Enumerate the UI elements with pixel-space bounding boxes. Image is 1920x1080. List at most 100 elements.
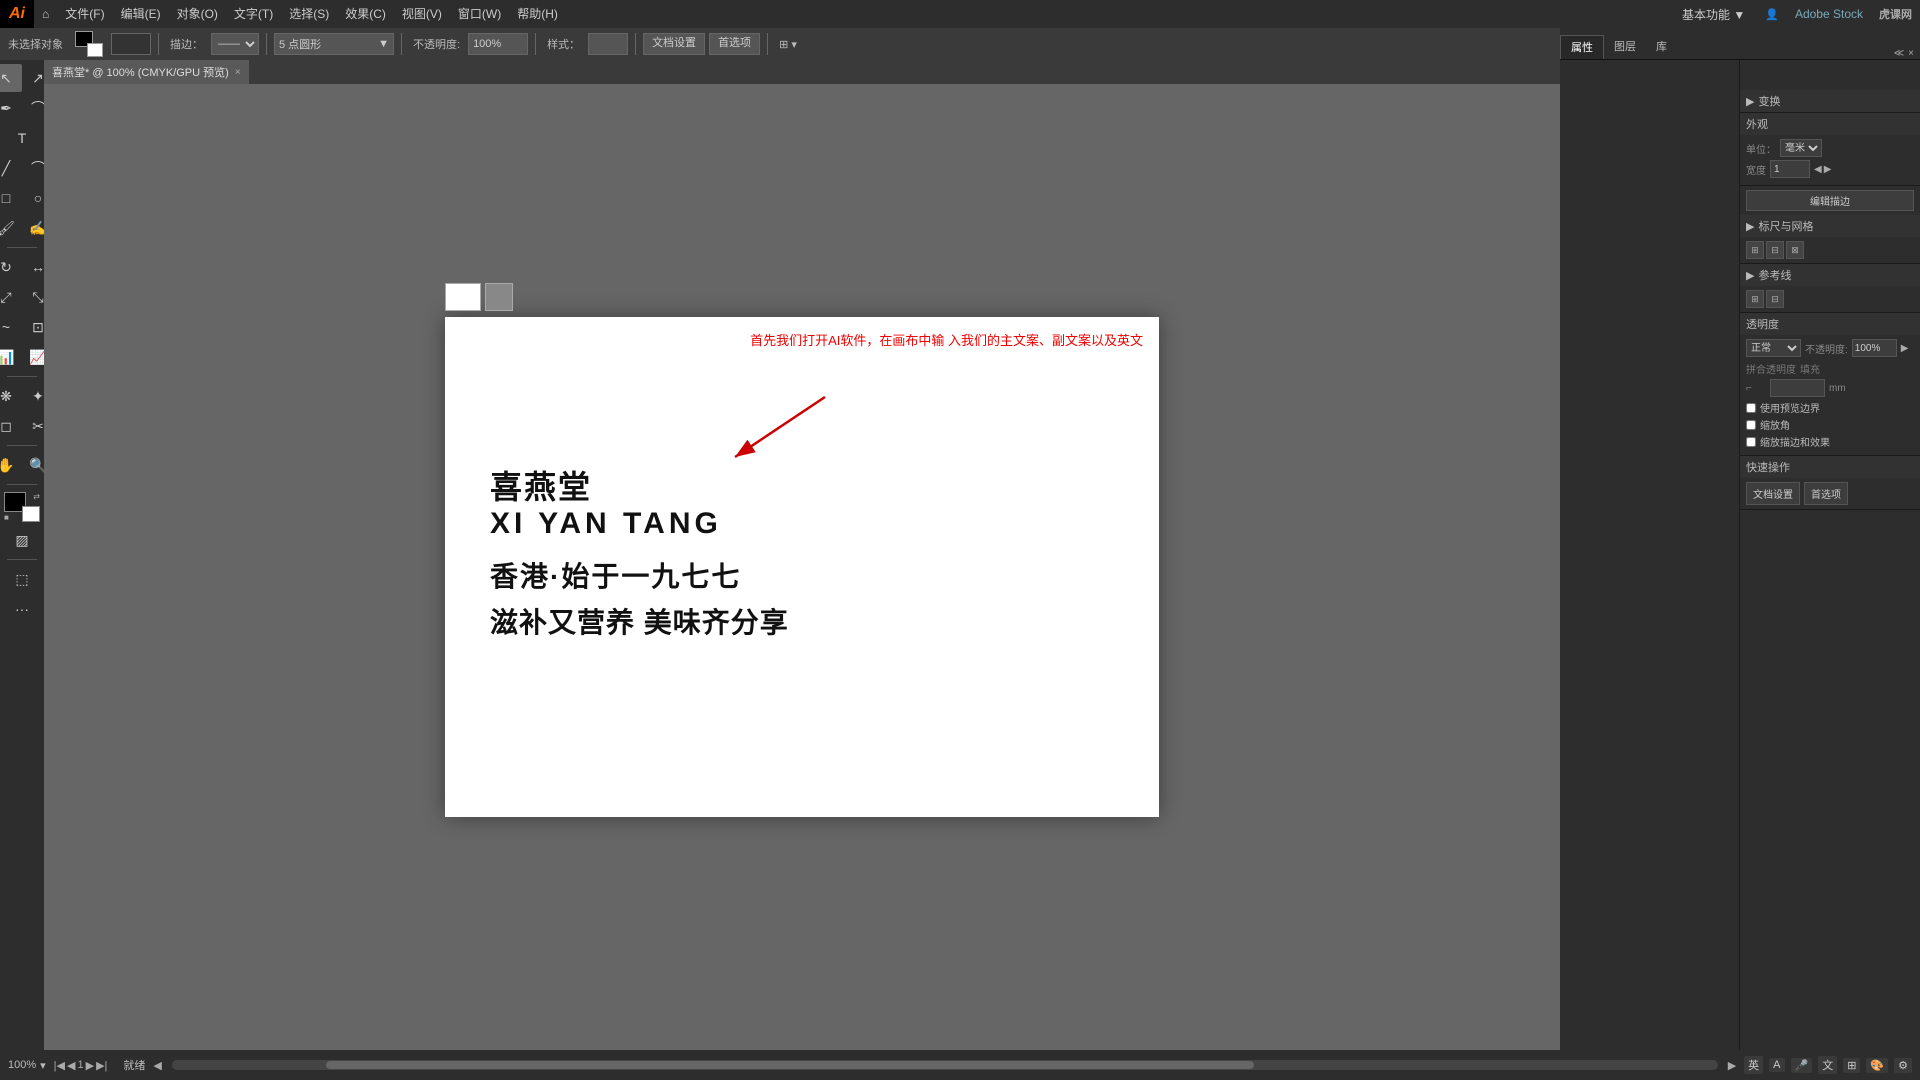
opacity-dropdown-icon[interactable]: ▶ <box>1901 343 1909 354</box>
zoom-dropdown-icon[interactable]: ▾ <box>40 1059 46 1072</box>
scale-corners-checkbox[interactable] <box>1746 420 1756 430</box>
stroke-swatch[interactable] <box>22 506 40 522</box>
page-number: 1 <box>77 1059 83 1071</box>
color-swatch-area[interactable]: ⇄ ■ <box>4 492 40 522</box>
scale-tool[interactable]: ⤢ <box>0 283 22 311</box>
nav-last[interactable]: ▶| <box>96 1059 107 1072</box>
panel-close-btn[interactable]: × <box>1908 48 1914 59</box>
guides-content: ⊞ ⊟ <box>1740 286 1920 312</box>
scroll-bar-h[interactable] <box>172 1060 1718 1070</box>
menu-edit[interactable]: 编辑(E) <box>113 0 169 28</box>
point-shape-selector[interactable]: 5 点圆形 ▼ <box>274 33 394 55</box>
quick-preferences[interactable]: 首选项 <box>1804 482 1848 505</box>
swap-icon[interactable]: ⇄ <box>33 492 40 501</box>
color-icon[interactable]: 🎨 <box>1866 1058 1888 1073</box>
document-tab[interactable]: 喜燕堂* @ 100% (CMYK/GPU 预览) × <box>44 60 250 84</box>
panel-expand-btn[interactable]: ≪ <box>1894 48 1904 59</box>
rulers-expand-icon[interactable]: ▶ <box>1746 220 1754 233</box>
selection-tool[interactable]: ↖ <box>0 64 22 92</box>
decrement-btn[interactable]: ◀ <box>1814 164 1822 175</box>
increment-btn[interactable]: ▶ <box>1824 164 1832 175</box>
paint-brush-tool[interactable]: 🖌 <box>0 214 22 242</box>
nav-next[interactable]: ▶ <box>86 1059 94 1072</box>
gradient-icon[interactable]: ▨ <box>6 526 38 554</box>
blend-mode-select[interactable]: 正常 <box>1746 339 1801 357</box>
canvas-area[interactable]: 首先我们打开AI软件，在画布中输 入我们的主文案、副文案以及英文 喜燕堂 XI … <box>44 84 1560 1050</box>
color-swatches[interactable] <box>75 31 103 57</box>
rotate-tool[interactable]: ↻ <box>0 253 22 281</box>
preview-bounds-checkbox[interactable] <box>1746 403 1756 413</box>
properties-tab[interactable]: 属性 <box>1560 35 1604 59</box>
edit-appearance-btn[interactable]: 编辑描边 <box>1746 190 1914 211</box>
line-tool[interactable]: ╱ <box>0 154 22 182</box>
tab-close-icon[interactable]: × <box>235 67 241 78</box>
scroll-right-btn[interactable]: ▶ <box>1728 1059 1736 1072</box>
ime-icon[interactable]: 英 <box>1744 1056 1763 1074</box>
grid-icon[interactable]: ⊞ <box>1843 1058 1860 1073</box>
default-colors-icon[interactable]: ■ <box>4 513 9 522</box>
doc-settings-btn[interactable]: 文档设置 <box>643 33 705 55</box>
rect-tool[interactable]: □ <box>0 184 22 212</box>
guides-expand-icon[interactable]: ▶ <box>1746 269 1754 282</box>
corner-radius-label: ⌐ <box>1746 383 1766 394</box>
preview-bounds-row: 使用预览边界 <box>1746 400 1914 415</box>
layers-tab[interactable]: 图层 <box>1604 35 1646 59</box>
artboard-main-title: 喜燕堂 <box>490 462 592 508</box>
appearance-title: 外观 <box>1746 116 1768 132</box>
library-tab[interactable]: 库 <box>1646 35 1677 59</box>
menu-window[interactable]: 窗口(W) <box>450 0 509 28</box>
pen-tool[interactable]: ✒ <box>0 94 22 122</box>
type-tool[interactable]: T <box>6 124 38 152</box>
guides-icon-1[interactable]: ⊞ <box>1746 290 1764 308</box>
app-logo: Ai <box>0 0 34 28</box>
artboard-tool[interactable]: ⬚ <box>6 565 38 593</box>
stroke-weight-box[interactable] <box>111 33 151 55</box>
opacity-label: 不透明度: <box>409 36 464 52</box>
quick-doc-settings[interactable]: 文档设置 <box>1746 482 1800 505</box>
menu-help[interactable]: 帮助(H) <box>509 0 566 28</box>
preferences-btn[interactable]: 首选项 <box>709 33 760 55</box>
symbol-tool[interactable]: ❋ <box>0 382 22 410</box>
menu-select[interactable]: 选择(S) <box>281 0 337 28</box>
ruler-icon-1[interactable]: ⊞ <box>1746 241 1764 259</box>
unit-select[interactable]: 毫米 <box>1780 139 1822 157</box>
style-box[interactable] <box>588 33 628 55</box>
warp-tool[interactable]: ~ <box>0 313 22 341</box>
opacity-input[interactable]: 100% <box>468 33 528 55</box>
ruler-icon-2[interactable]: ⊟ <box>1766 241 1784 259</box>
artboard-swatch-gray[interactable] <box>485 283 513 311</box>
artboard-swatch-white[interactable] <box>445 283 481 311</box>
adobe-stock-link[interactable]: Adobe Stock <box>1787 7 1871 21</box>
hand-tool[interactable]: ✋ <box>0 451 22 479</box>
nav-prev[interactable]: ◀ <box>67 1059 75 1072</box>
eraser-tool[interactable]: ◻ <box>0 412 22 440</box>
menu-file[interactable]: 文件(F) <box>57 0 112 28</box>
more-tools[interactable]: ··· <box>6 595 38 623</box>
guides-icon-2[interactable]: ⊟ <box>1766 290 1784 308</box>
stroke-select[interactable]: —— <box>211 33 259 55</box>
background-color[interactable] <box>87 43 103 57</box>
column-graph-tool[interactable]: 📊 <box>0 343 22 371</box>
workspace-selector[interactable]: 基本功能 ▼ <box>1670 6 1757 23</box>
scroll-left-btn[interactable]: ◀ <box>153 1059 161 1072</box>
menu-object[interactable]: 对象(O) <box>169 0 226 28</box>
ruler-icon-3[interactable]: ⊠ <box>1786 241 1804 259</box>
mic-icon[interactable]: 🎤 <box>1791 1058 1813 1073</box>
opacity-field[interactable] <box>1852 339 1897 357</box>
rulers-header: ▶ 标尺与网格 <box>1740 215 1920 237</box>
menu-view[interactable]: 视图(V) <box>394 0 450 28</box>
menu-text[interactable]: 文字(T) <box>226 0 281 28</box>
menu-effect[interactable]: 效果(C) <box>337 0 394 28</box>
width-input[interactable] <box>1770 160 1810 178</box>
ai-icon[interactable]: A <box>1769 1058 1784 1072</box>
zoom-control[interactable]: 100% ▾ <box>8 1059 46 1072</box>
settings-icon[interactable]: ⚙ <box>1894 1058 1912 1073</box>
menu-home-icon[interactable]: ⌂ <box>34 0 57 28</box>
transform-expand-icon[interactable]: ▶ <box>1746 95 1754 108</box>
nav-first[interactable]: |◀ <box>54 1059 65 1072</box>
arrange-icon[interactable]: ⊞ ▾ <box>775 38 801 51</box>
corner-radius-input[interactable]: 0.3528 <box>1770 379 1825 397</box>
scale-stroke-checkbox[interactable] <box>1746 437 1756 447</box>
text-icon[interactable]: 文 <box>1818 1056 1837 1074</box>
scroll-thumb-h <box>326 1061 1253 1069</box>
